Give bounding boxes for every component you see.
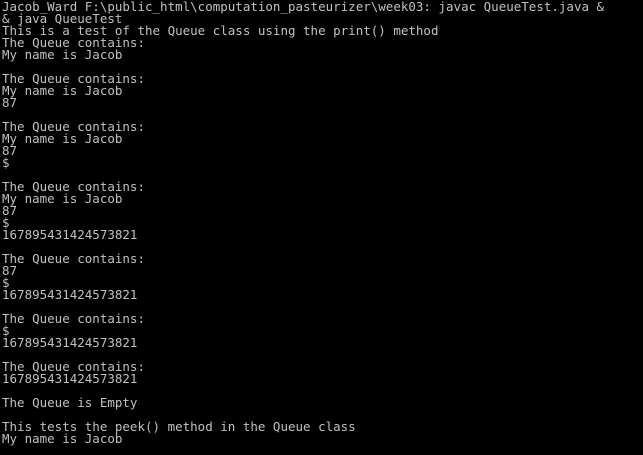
console-line: 167895431424573821 bbox=[2, 371, 138, 386]
console-line: The Queue is Empty bbox=[2, 395, 138, 410]
console-line: The Queue contains: bbox=[2, 251, 145, 266]
console-line: My name is Jacob bbox=[2, 131, 123, 146]
console-line: My name is Jacob bbox=[2, 47, 123, 62]
console-line: My name is Jacob bbox=[2, 191, 123, 206]
console-line: My name is Jacob bbox=[2, 83, 123, 98]
console-line: 167895431424573821 bbox=[2, 287, 138, 302]
console-line: 87 bbox=[2, 95, 18, 110]
console-line: $ bbox=[2, 155, 10, 170]
console-line: The Queue contains: bbox=[2, 311, 145, 326]
console-output: Jacob_Ward F:\public_html\computation_pa… bbox=[2, 0, 604, 446]
console-window[interactable]: Jacob_Ward F:\public_html\computation_pa… bbox=[0, 0, 643, 455]
console-line: 87 bbox=[2, 203, 18, 218]
console-line: 167895431424573821 bbox=[2, 335, 138, 350]
console-line: 167895431424573821 bbox=[2, 227, 138, 242]
console-line: My name is Jacob bbox=[2, 431, 123, 446]
console-line: 87 bbox=[2, 143, 18, 158]
console-line: 87 bbox=[2, 263, 18, 278]
